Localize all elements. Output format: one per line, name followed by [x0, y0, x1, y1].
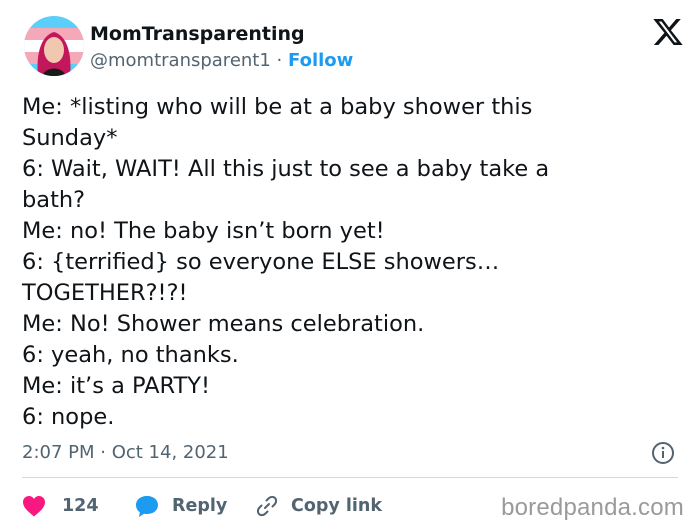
reply-label: Reply	[172, 496, 228, 516]
tweet-line: TOGETHER?!?!	[22, 280, 188, 306]
watermark: boredpanda.com	[501, 494, 684, 521]
tweet-line: 6: Wait, WAIT! All this just to see a ba…	[22, 156, 550, 182]
tweet-text: Me: *listing who will be at a baby showe…	[22, 92, 672, 433]
handle-row: @momtransparent1 · Follow	[90, 48, 353, 74]
speech-bubble-icon	[136, 496, 158, 517]
reply-button[interactable]: Reply	[134, 488, 227, 524]
like-button[interactable]: 124	[22, 488, 99, 524]
display-name[interactable]: MomTransparenting	[90, 22, 353, 46]
follow-button[interactable]: Follow	[288, 50, 353, 71]
tweet-line: 6: {terrified} so everyone ELSE showers…	[22, 249, 500, 275]
avatar-image	[24, 16, 84, 76]
tweet-line: Me: no! The baby isn’t born yet!	[22, 218, 385, 244]
copy-link-button[interactable]: Copy link	[255, 488, 382, 524]
heart-icon	[23, 496, 45, 517]
handle[interactable]: @momtransparent1	[90, 50, 271, 71]
x-logo-icon[interactable]	[652, 16, 684, 48]
like-count: 124	[62, 496, 99, 516]
tweet-line: 6: nope.	[22, 404, 115, 430]
separator-dot: ·	[276, 50, 283, 71]
tweet-line: bath?	[22, 187, 86, 213]
tweet-meta: 2:07 PM · Oct 14, 2021	[22, 438, 678, 468]
avatar[interactable]	[24, 16, 84, 76]
tweet-line: Sunday*	[22, 125, 118, 151]
tweet-line: Me: *listing who will be at a baby showe…	[22, 94, 533, 120]
tweet-line: Me: it’s a PARTY!	[22, 373, 211, 399]
divider	[22, 477, 678, 478]
tweet-header: MomTransparenting @momtransparent1 · Fol…	[24, 16, 684, 80]
tweet-line: Me: No! Shower means celebration.	[22, 311, 425, 337]
author-info: MomTransparenting @momtransparent1 · Fol…	[90, 22, 353, 74]
action-bar: 124 Reply Copy link	[22, 488, 482, 524]
info-icon[interactable]	[651, 441, 675, 465]
timestamp[interactable]: 2:07 PM · Oct 14, 2021	[22, 442, 229, 463]
link-icon	[256, 495, 278, 517]
copy-link-label: Copy link	[291, 496, 382, 516]
tweet-line: 6: yeah, no thanks.	[22, 342, 239, 368]
